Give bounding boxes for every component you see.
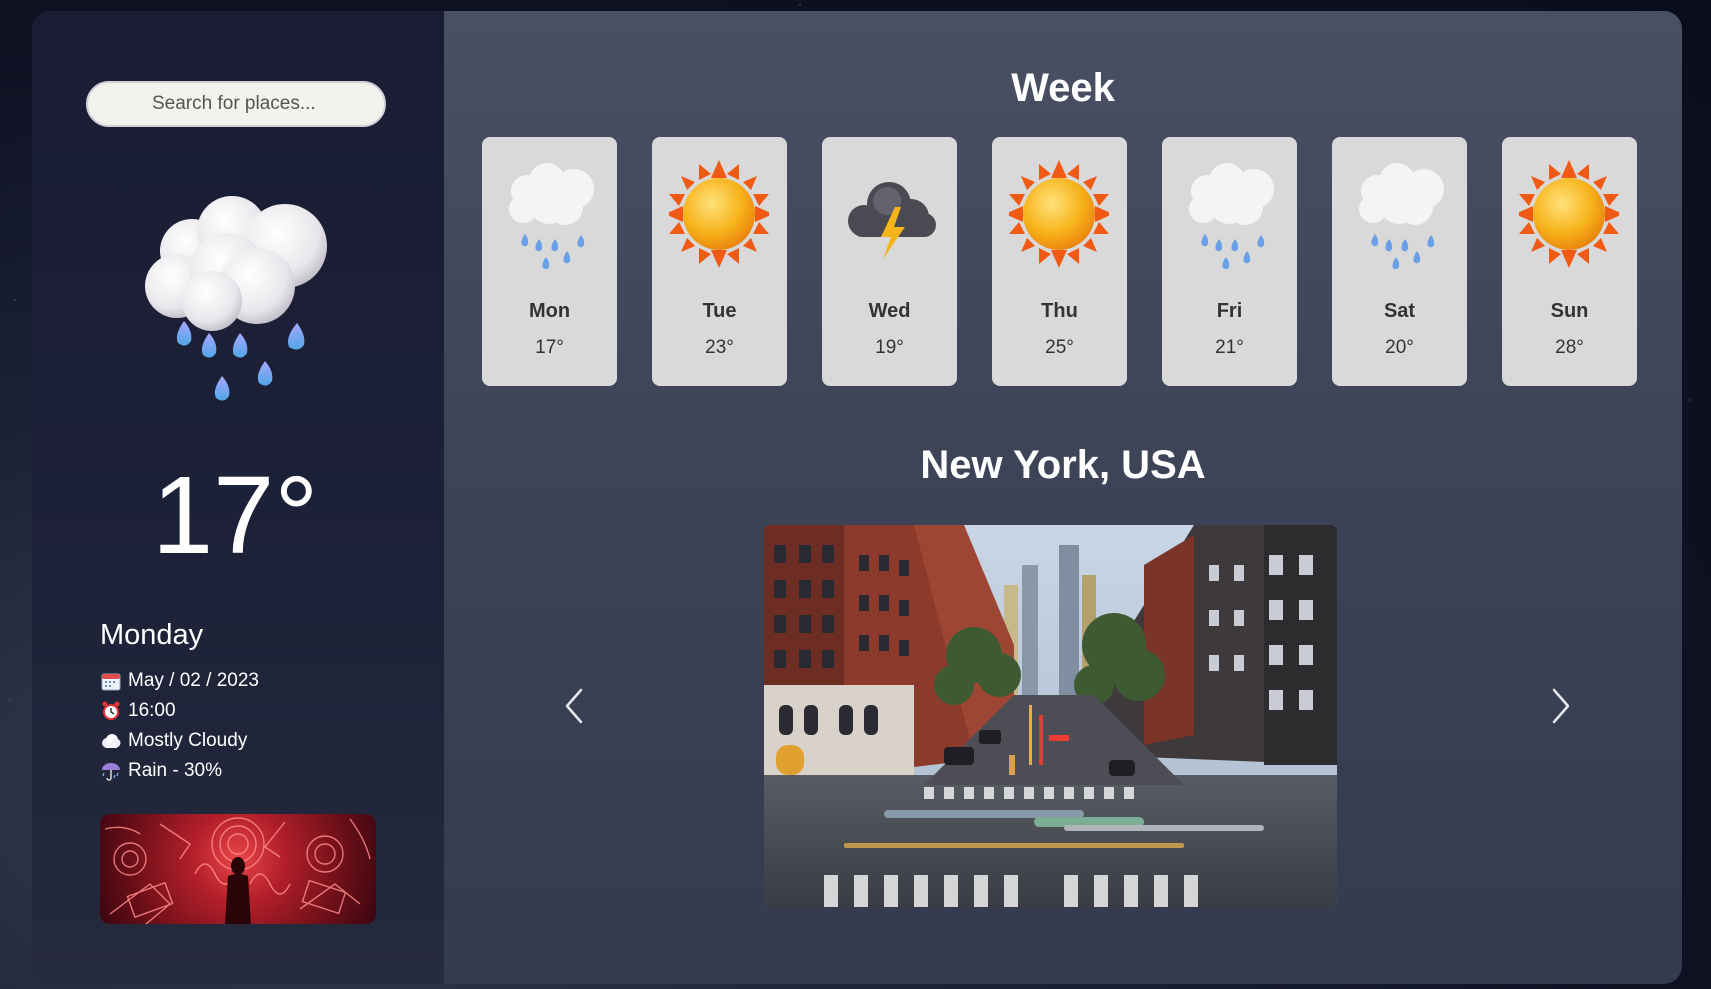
week-forecast: Mon 17° Tue 23° Wed 19° Thu 25° Fri 21° … [482,137,1637,386]
forecast-day: Thu [1041,300,1078,322]
search-input[interactable] [86,81,386,127]
forecast-temp: 28° [1555,337,1584,358]
forecast-temp: 21° [1215,337,1244,358]
rain-text: Rain - 30% [128,760,222,781]
calendar-icon [100,670,122,692]
thunderstorm-icon [848,182,936,259]
forecast-card-thu[interactable]: Thu 25° [992,137,1127,386]
city-name: New York, USA [920,443,1206,487]
weather-app: 17° Monday May / 02 / 2023 16:00 Mostly … [32,11,1682,984]
chevron-left-icon[interactable] [559,686,589,726]
week-title: Week [1011,66,1115,110]
forecast-day: Tue [702,300,737,322]
rain-row: Rain - 30% [100,756,259,786]
time-text: 16:00 [128,700,176,721]
chevron-right-icon[interactable] [1546,686,1576,726]
forecast-temp: 17° [535,337,564,358]
forecast-temp: 23° [705,337,734,358]
forecast-temp: 20° [1385,337,1414,358]
forecast-day: Mon [528,300,571,322]
music-artwork-image[interactable] [100,814,376,924]
sun-icon [1519,160,1619,268]
sidebar: 17° Monday May / 02 / 2023 16:00 Mostly … [32,11,444,984]
forecast-temp: 25° [1045,337,1074,358]
cloud-icon [100,730,122,752]
sun-icon [669,160,769,268]
forecast-card-fri[interactable]: Fri 21° [1162,137,1297,386]
rain-cloud-icon [1189,163,1274,269]
alarm-clock-icon [100,700,122,722]
forecast-card-sun[interactable]: Sun 28° [1502,137,1637,386]
forecast-day: Sun [1550,300,1589,322]
forecast-card-mon[interactable]: Mon 17° [482,137,617,386]
forecast-card-tue[interactable]: Tue 23° [652,137,787,386]
forecast-card-wed[interactable]: Wed 19° [822,137,957,386]
forecast-card-sat[interactable]: Sat 20° [1332,137,1467,386]
current-details: May / 02 / 2023 16:00 Mostly Cloudy Rain… [100,666,259,786]
current-temperature: 17° [152,454,319,577]
forecast-day: Wed [868,300,911,322]
rain-cloud-icon [145,196,327,401]
forecast-day: Sat [1383,300,1416,322]
rain-cloud-icon [1359,163,1444,269]
rain-cloud-icon [509,163,594,269]
forecast-temp: 19° [875,337,904,358]
date-text: May / 02 / 2023 [128,670,259,691]
main-panel: Week Mon 17° Tue 23° Wed 19° Thu 25° Fri… [444,11,1682,984]
sun-icon [1009,160,1109,268]
umbrella-rain-icon [100,760,122,782]
condition-text: Mostly Cloudy [128,730,248,751]
current-day: Monday [100,619,204,651]
forecast-day: Fri [1216,300,1243,322]
date-row: May / 02 / 2023 [100,666,259,696]
time-row: 16:00 [100,696,259,726]
condition-row: Mostly Cloudy [100,726,259,756]
city-photo [764,525,1337,907]
